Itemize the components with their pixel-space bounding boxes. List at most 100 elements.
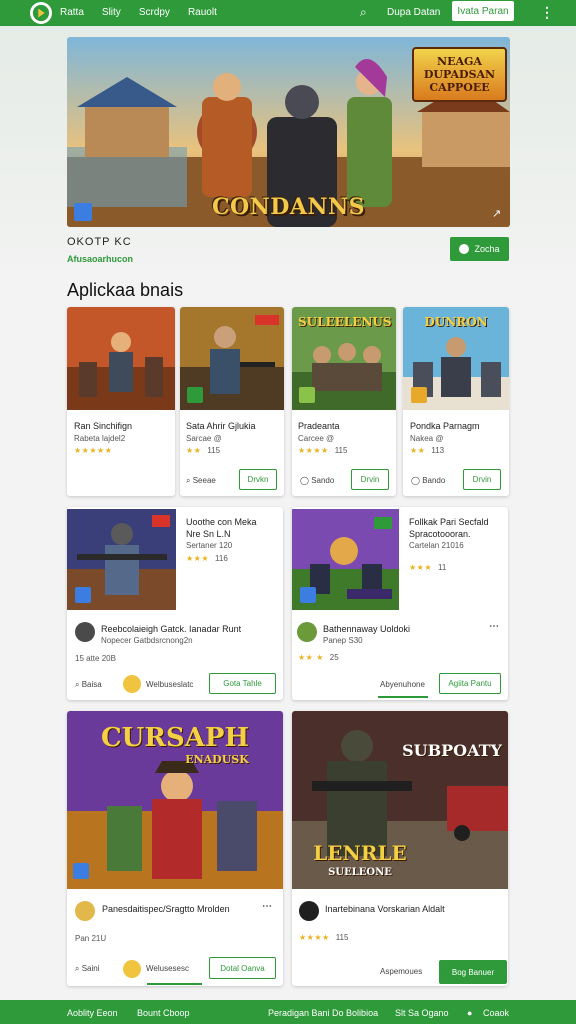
app-name: Ran Sinchifign <box>74 421 133 431</box>
app-name: Panesdaitispec/Sragtto Mrolden <box>102 904 230 914</box>
app-card[interactable]: SULEELENUS Pradeanta Carcee @ ★★★★ 115 ◯ … <box>292 307 396 496</box>
app-name: Reebcolaieigh Gatck. Ianadar Runt <box>101 624 242 634</box>
coin-icon <box>123 960 141 978</box>
rating-stars: ★★★ 116 <box>186 554 228 563</box>
expand-icon[interactable]: ↗ <box>492 207 501 220</box>
top-bar: Ratta Slity Scrdpy Rauolt ⌕ Dupa Datan I… <box>0 0 576 26</box>
footer-link[interactable]: Peradigan Bani Do Bolibioa <box>268 1008 378 1018</box>
rating-count: 25 <box>329 653 339 662</box>
app-developer: Carcee @ <box>298 434 335 443</box>
rating-stars: ★★ ★ 25 <box>298 653 339 662</box>
thumbnail-title: SULEELENUS <box>298 315 392 329</box>
star-rating: ★★ <box>186 446 202 455</box>
app-card[interactable]: SUBPOATY LENRLE SUELEONE Inartebinana Vo… <box>292 711 508 986</box>
app-badge <box>76 387 92 403</box>
footer-bar: Aoblity Eeon Bount Cboop Peradigan Bani … <box>0 1000 576 1024</box>
rating-stars: ★★★ 11 <box>409 563 446 572</box>
app-developer: Nopecer Gatbdsrcnong2n <box>101 636 193 645</box>
app-developer: Panep S30 <box>323 636 363 645</box>
rating-stars: ★★★★ 115 <box>298 446 347 455</box>
app-badge <box>300 587 316 603</box>
rating-count: 115 <box>335 933 349 942</box>
get-button[interactable]: Bog Banuer <box>439 960 507 984</box>
app-badge <box>411 387 427 403</box>
rating-count: 115 <box>207 446 221 455</box>
card-link[interactable]: Aspemoues <box>380 967 422 976</box>
nav-item[interactable]: Slity <box>102 7 121 18</box>
get-button[interactable]: Dotal Oanva <box>209 957 276 979</box>
card-link-label: Bando <box>422 476 446 485</box>
app-card[interactable]: Follkak Pari Secfald Spracotoooran. Cart… <box>292 507 508 700</box>
card-link[interactable]: ⌕ Baisa <box>75 680 102 690</box>
coin-icon <box>123 675 141 693</box>
nav-item[interactable]: Rauolt <box>188 7 217 18</box>
app-logo[interactable] <box>30 2 52 24</box>
developer-avatar <box>75 622 95 642</box>
app-name: Bathennaway Uoldoki <box>323 624 411 634</box>
featured-button[interactable]: Zocha <box>450 237 509 261</box>
app-card[interactable]: Uoothe con Meka Nre Sn L.N Sertaner 120 … <box>67 507 283 700</box>
nav-item[interactable]: Scrdpy <box>139 7 170 18</box>
header-link[interactable]: Dupa Datan <box>387 7 440 18</box>
hero-game-logo: NEAGA DUPADSAN CAPPOEE <box>412 47 507 102</box>
developer-avatar <box>299 901 319 921</box>
rating-stars: ★★ 113 <box>410 446 444 455</box>
hero-logo-line: CAPPOEE <box>429 81 490 94</box>
card-link[interactable]: ◯ Sando <box>300 476 334 485</box>
footer-link[interactable]: Slt Sa Ogano <box>395 1008 449 1018</box>
section-title: Aplickaa bnais <box>67 280 184 300</box>
hero-title: CONDANNS <box>211 194 366 220</box>
footer-link[interactable]: Bount Cboop <box>137 1008 190 1018</box>
rating-count: 11 <box>438 563 447 572</box>
download-count: Pan 21U <box>75 934 107 943</box>
app-card[interactable]: DUNRON Pondka Parnagm Nakea @ ★★ 113 ◯ Ba… <box>403 307 509 496</box>
header-button[interactable]: Ivata Paran <box>451 0 515 22</box>
more-icon[interactable]: ⋯ <box>262 901 272 912</box>
download-button[interactable]: Drvin <box>351 469 389 490</box>
app-title-line: Follkak Pari Secfald <box>409 517 489 527</box>
card-link[interactable]: ⌕ Saini <box>75 964 100 974</box>
download-button[interactable]: Drvin <box>463 469 501 490</box>
thumbnail-caption: SUELEONE <box>328 867 392 878</box>
app-card[interactable]: Sata Ahrir Gjlukia Sarcae @ ★★ 115 <box>180 307 284 496</box>
card-link[interactable]: Abyenuhone <box>380 680 425 689</box>
more-vert-icon[interactable]: ⋮ <box>540 4 554 21</box>
thumbnail-subtitle: LENRLE <box>313 841 407 865</box>
thumbnail-title: SUBPOATY <box>402 741 502 760</box>
featured-subtitle[interactable]: Afusaoarhucon <box>67 254 133 264</box>
card-link[interactable]: ◯ Bando <box>411 476 445 485</box>
card-link-label: Baisa <box>81 680 102 689</box>
footer-link[interactable]: Aoblity Eeon <box>67 1008 118 1018</box>
star-rating: ★★★ <box>186 554 210 563</box>
get-button[interactable]: Agiita Pantu <box>439 673 501 694</box>
footer-link[interactable]: Coaok <box>483 1008 509 1018</box>
rating-count: 113 <box>431 446 445 455</box>
developer-avatar <box>297 622 317 642</box>
app-developer: Rabeta lajdel2 <box>74 434 126 443</box>
get-button[interactable]: Gota Tahle <box>209 673 276 694</box>
card-link-label: Sando <box>311 476 335 485</box>
download-button[interactable]: Drvkn <box>239 469 277 490</box>
hero-logo-line: DUPADSAN <box>423 68 496 81</box>
star-rating: ★★★★ <box>298 446 329 455</box>
app-card[interactable]: Ran Sinchifign Rabeta lajdel2 ★★★★★ ⌕ Se… <box>67 307 175 496</box>
rating-count: 115 <box>334 446 348 455</box>
nav-item[interactable]: Ratta <box>60 7 84 18</box>
more-icon[interactable]: ⋯ <box>489 621 499 632</box>
main-nav: Ratta Slity Scrdpy Rauolt <box>60 7 235 18</box>
app-card[interactable]: CURSAPH ENADUSK Panesdaitispec/Sragtto M… <box>67 711 283 986</box>
card-link[interactable]: ⌕ Seeae <box>186 476 216 486</box>
app-badge <box>299 387 315 403</box>
app-title-line: Uoothe con Meka <box>186 517 257 527</box>
download-count: 15 atte 20B <box>75 654 116 663</box>
app-name: Pradeanta <box>298 421 340 431</box>
search-icon[interactable]: ⌕ <box>360 5 367 20</box>
card-link-label: Saini <box>81 964 100 973</box>
app-name: Pondka Parnagm <box>410 421 480 431</box>
star-rating: ★★★★ <box>299 933 330 942</box>
thumbnail-title: DUNRON <box>424 315 488 329</box>
hero-banner[interactable]: NEAGA DUPADSAN CAPPOEE CONDANNS ↗ <box>67 37 510 227</box>
chat-icon[interactable]: ● <box>467 1008 472 1018</box>
app-badge <box>187 387 203 403</box>
rating-stars: ★★★★★ <box>74 446 112 455</box>
